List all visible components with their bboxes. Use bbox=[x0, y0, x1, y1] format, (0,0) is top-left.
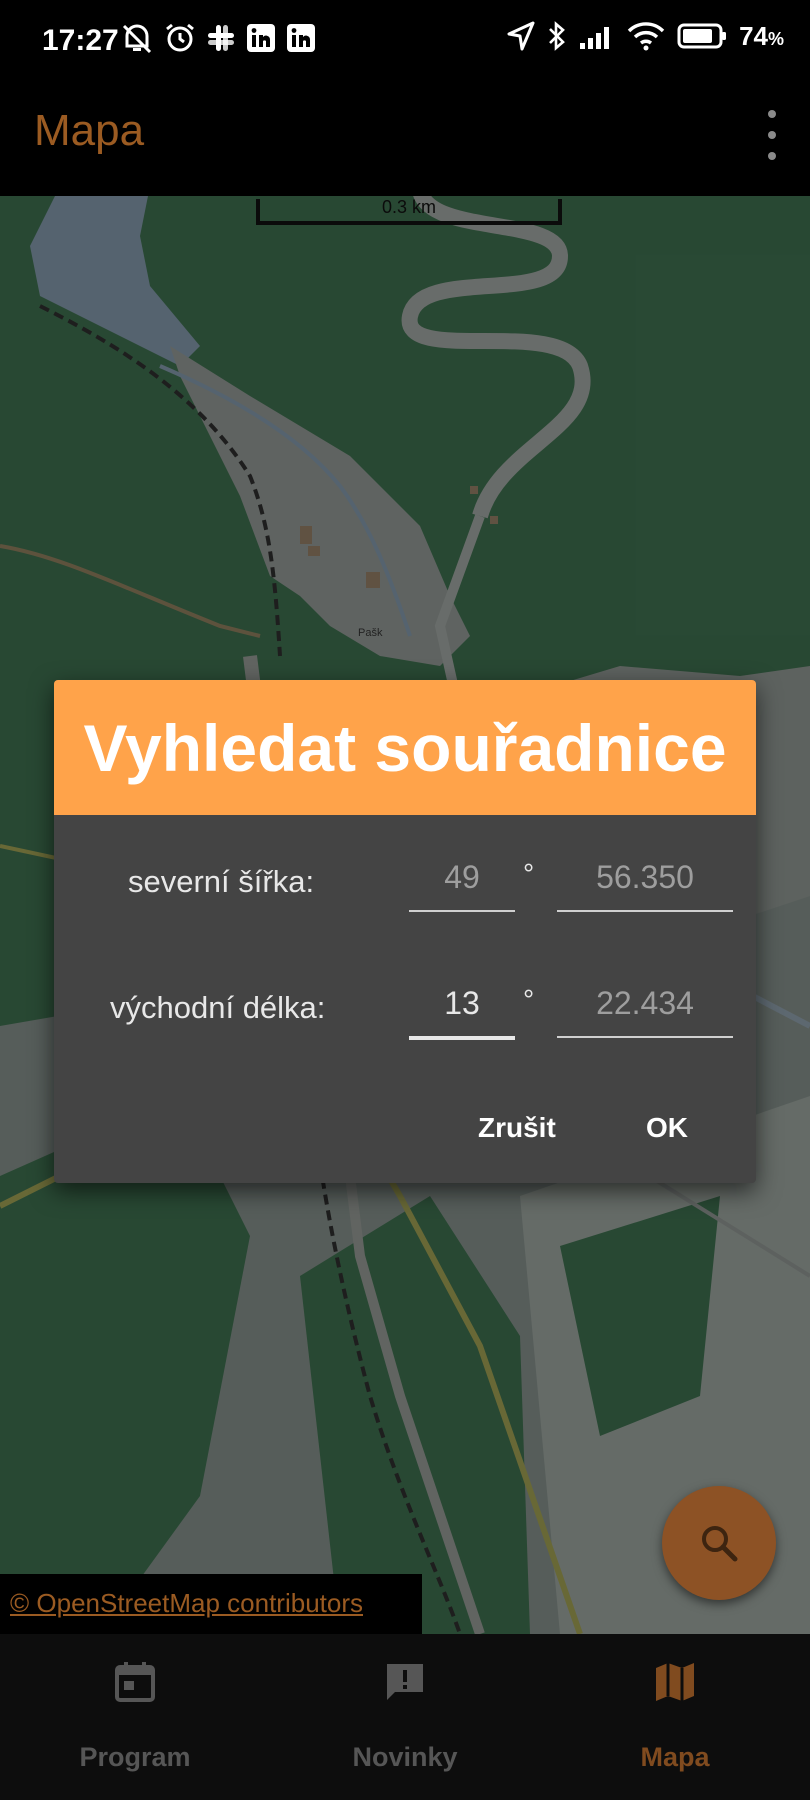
degree-symbol: ° bbox=[523, 984, 535, 1015]
battery-percent: 74% bbox=[739, 20, 784, 51]
mute-bell-icon bbox=[122, 24, 152, 54]
app-title: Mapa bbox=[34, 106, 145, 155]
north-latitude-label: severní šířka: bbox=[128, 864, 315, 899]
east-degrees-field[interactable]: 13 bbox=[409, 970, 515, 1040]
location-arrow-icon bbox=[507, 21, 535, 51]
app-bar: Mapa bbox=[0, 84, 810, 196]
status-time: 17:27 bbox=[42, 24, 119, 57]
wifi-icon bbox=[627, 22, 665, 51]
slack-icon bbox=[208, 25, 234, 51]
north-minutes-field[interactable]: 56.350 bbox=[557, 844, 733, 912]
nav-item-program[interactable]: Program bbox=[0, 1634, 270, 1800]
cancel-button[interactable]: Zrušit bbox=[478, 1112, 556, 1144]
alarm-icon bbox=[166, 23, 194, 52]
bottom-navigation: Program Novinky Mapa bbox=[0, 1634, 810, 1800]
linkedin-icon bbox=[287, 24, 315, 52]
status-left-icons bbox=[120, 22, 316, 54]
nav-item-novinky[interactable]: Novinky bbox=[270, 1634, 540, 1800]
more-vert-icon[interactable] bbox=[764, 110, 780, 160]
nav-label-novinky: Novinky bbox=[352, 1742, 458, 1772]
nav-label-program: Program bbox=[79, 1742, 191, 1772]
nav-item-mapa[interactable]: Mapa bbox=[540, 1634, 810, 1800]
degree-symbol: ° bbox=[523, 858, 535, 889]
search-fab[interactable] bbox=[662, 1486, 776, 1600]
signal-icon bbox=[580, 27, 610, 49]
osm-attribution-link[interactable]: © OpenStreetMap contributors bbox=[10, 1588, 363, 1619]
osm-attribution: © OpenStreetMap contributors bbox=[0, 1574, 422, 1634]
status-bar: 17:27 74% bbox=[0, 0, 810, 84]
calendar-icon bbox=[115, 1662, 155, 1702]
linkedin-icon bbox=[247, 24, 275, 52]
east-longitude-label: východní délka: bbox=[110, 990, 326, 1025]
dialog-title: Vyhledat souřadnice bbox=[54, 680, 756, 815]
ok-button[interactable]: OK bbox=[646, 1112, 688, 1144]
nav-label-mapa: Mapa bbox=[640, 1742, 710, 1772]
north-degrees-field[interactable]: 49 bbox=[409, 844, 515, 912]
bluetooth-icon bbox=[549, 21, 565, 51]
east-minutes-field[interactable]: 22.434 bbox=[557, 970, 733, 1038]
status-right-icons: 74% bbox=[507, 20, 784, 52]
announcement-icon bbox=[387, 1664, 423, 1700]
coordinate-search-dialog: Vyhledat souřadnice severní šířka: 49 ° … bbox=[54, 680, 756, 1183]
map-icon bbox=[656, 1663, 694, 1701]
search-icon bbox=[702, 1526, 738, 1562]
battery-icon bbox=[677, 23, 727, 49]
